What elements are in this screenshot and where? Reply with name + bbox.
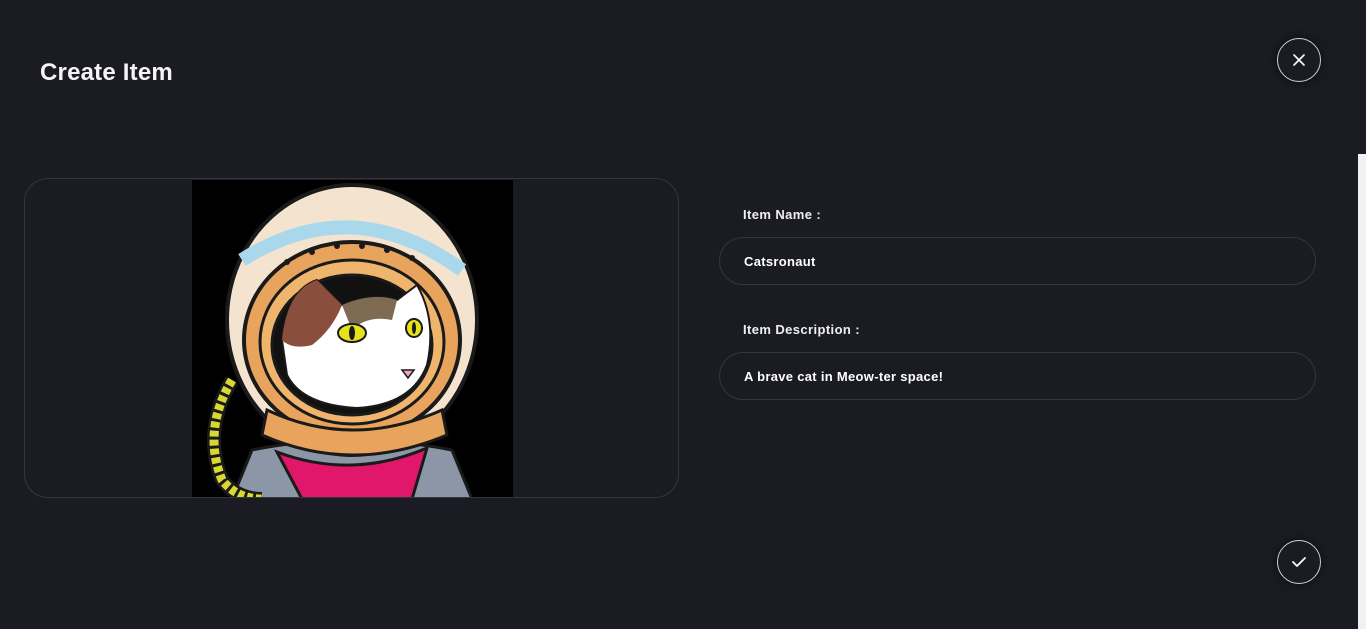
item-description-label: Item Description :	[743, 322, 860, 337]
image-preview-card[interactable]	[24, 178, 679, 498]
scrollbar-track[interactable]	[1358, 154, 1366, 629]
item-name-input[interactable]: Catsronaut	[719, 237, 1316, 285]
item-name-label: Item Name :	[743, 207, 822, 222]
astronaut-cat-image	[192, 180, 513, 497]
page-title: Create Item	[40, 59, 173, 86]
close-icon	[1293, 54, 1305, 66]
item-name-value: Catsronaut	[744, 253, 816, 269]
checkmark-icon	[1292, 557, 1306, 567]
item-image	[192, 180, 513, 497]
confirm-button[interactable]	[1277, 540, 1321, 584]
item-description-input[interactable]: A brave cat in Meow-ter space!	[719, 352, 1316, 400]
item-description-value: A brave cat in Meow-ter space!	[744, 368, 944, 384]
create-item-dialog: Create Item Item Name: Catsronaut Item …	[0, 0, 1366, 629]
close-button[interactable]	[1277, 38, 1321, 82]
